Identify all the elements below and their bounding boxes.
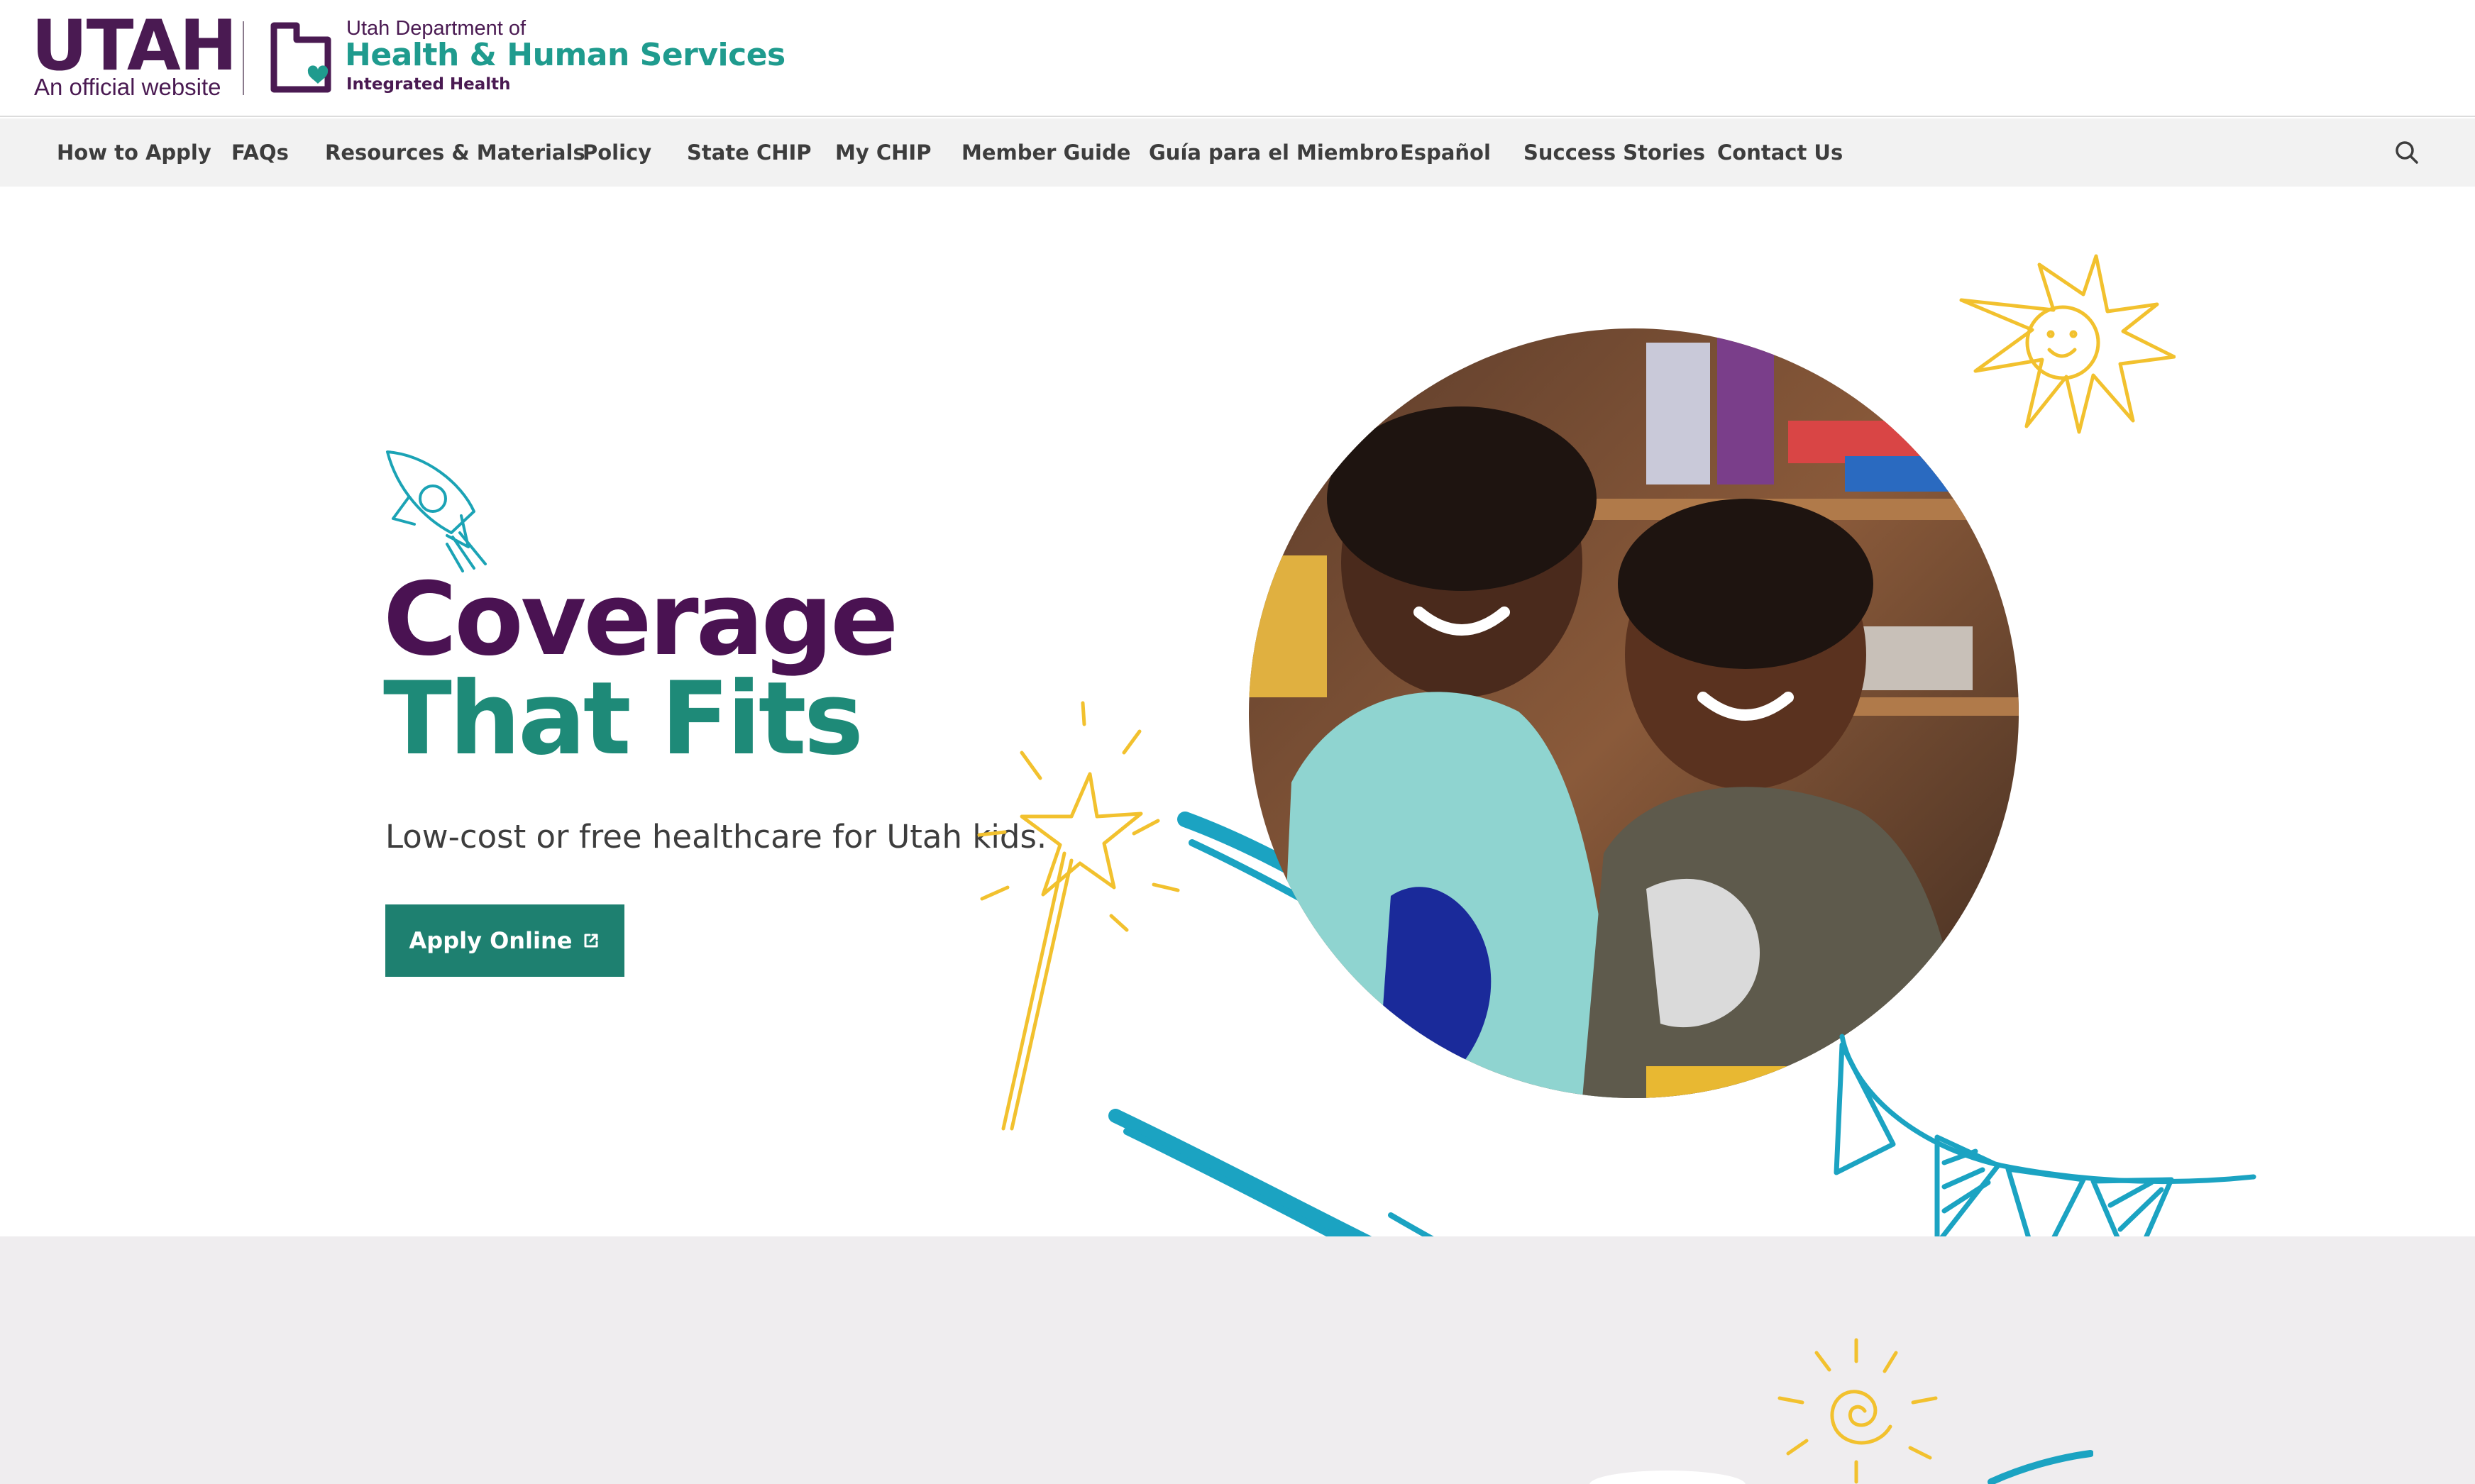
white-cloud-shape bbox=[1589, 1471, 1746, 1484]
nav-success-stories[interactable]: Success Stories bbox=[1523, 118, 1705, 187]
nav-policy[interactable]: Policy bbox=[583, 118, 651, 187]
search-icon[interactable] bbox=[2390, 135, 2424, 170]
brush-streak-decoration-lower bbox=[1988, 1450, 2093, 1484]
spiral-sun-icon bbox=[1777, 1338, 1938, 1484]
hero-title-line2: That Fits bbox=[383, 660, 864, 777]
external-link-icon bbox=[584, 934, 598, 948]
nav-resources-materials[interactable]: Resources & Materials bbox=[325, 118, 585, 187]
apply-online-button[interactable]: Apply Online bbox=[385, 904, 624, 977]
logo-divider bbox=[243, 21, 244, 95]
apply-online-label: Apply Online bbox=[409, 927, 573, 954]
sun-icon bbox=[1959, 254, 2176, 434]
dhhs-logo-icon[interactable] bbox=[268, 18, 334, 98]
nav-guia-miembro[interactable]: Guía para el Miembro bbox=[1149, 118, 1399, 187]
star-wand-icon bbox=[977, 701, 1180, 1131]
nav-member-guide[interactable]: Member Guide bbox=[961, 118, 1130, 187]
rocket-icon bbox=[386, 450, 487, 572]
main-nav: How to Apply FAQs Resources & Materials … bbox=[0, 118, 2475, 187]
official-website-tagline: An official website bbox=[34, 74, 221, 100]
nav-espanol[interactable]: Español bbox=[1400, 118, 1491, 187]
nav-how-to-apply[interactable]: How to Apply bbox=[57, 118, 211, 187]
kids-photo-image bbox=[1249, 328, 2019, 1098]
dept-division: Integrated Health bbox=[346, 75, 511, 94]
nav-my-chip[interactable]: My CHIP bbox=[835, 118, 931, 187]
hero-section: Coverage That Fits Low-cost or free heal… bbox=[0, 187, 2475, 1432]
hero-title-line1: Coverage bbox=[383, 561, 898, 678]
kids-photo bbox=[1249, 328, 2019, 1098]
nav-faqs[interactable]: FAQs bbox=[231, 118, 289, 187]
nav-state-chip[interactable]: State CHIP bbox=[687, 118, 812, 187]
nav-contact-us[interactable]: Contact Us bbox=[1717, 118, 1843, 187]
hero-subtitle: Low-cost or free healthcare for Utah kid… bbox=[385, 818, 1047, 855]
site-header: UTAH An official website Utah Department… bbox=[0, 0, 2475, 117]
dept-name[interactable]: Health & Human Services bbox=[345, 37, 786, 73]
lower-section bbox=[0, 1236, 2475, 1484]
